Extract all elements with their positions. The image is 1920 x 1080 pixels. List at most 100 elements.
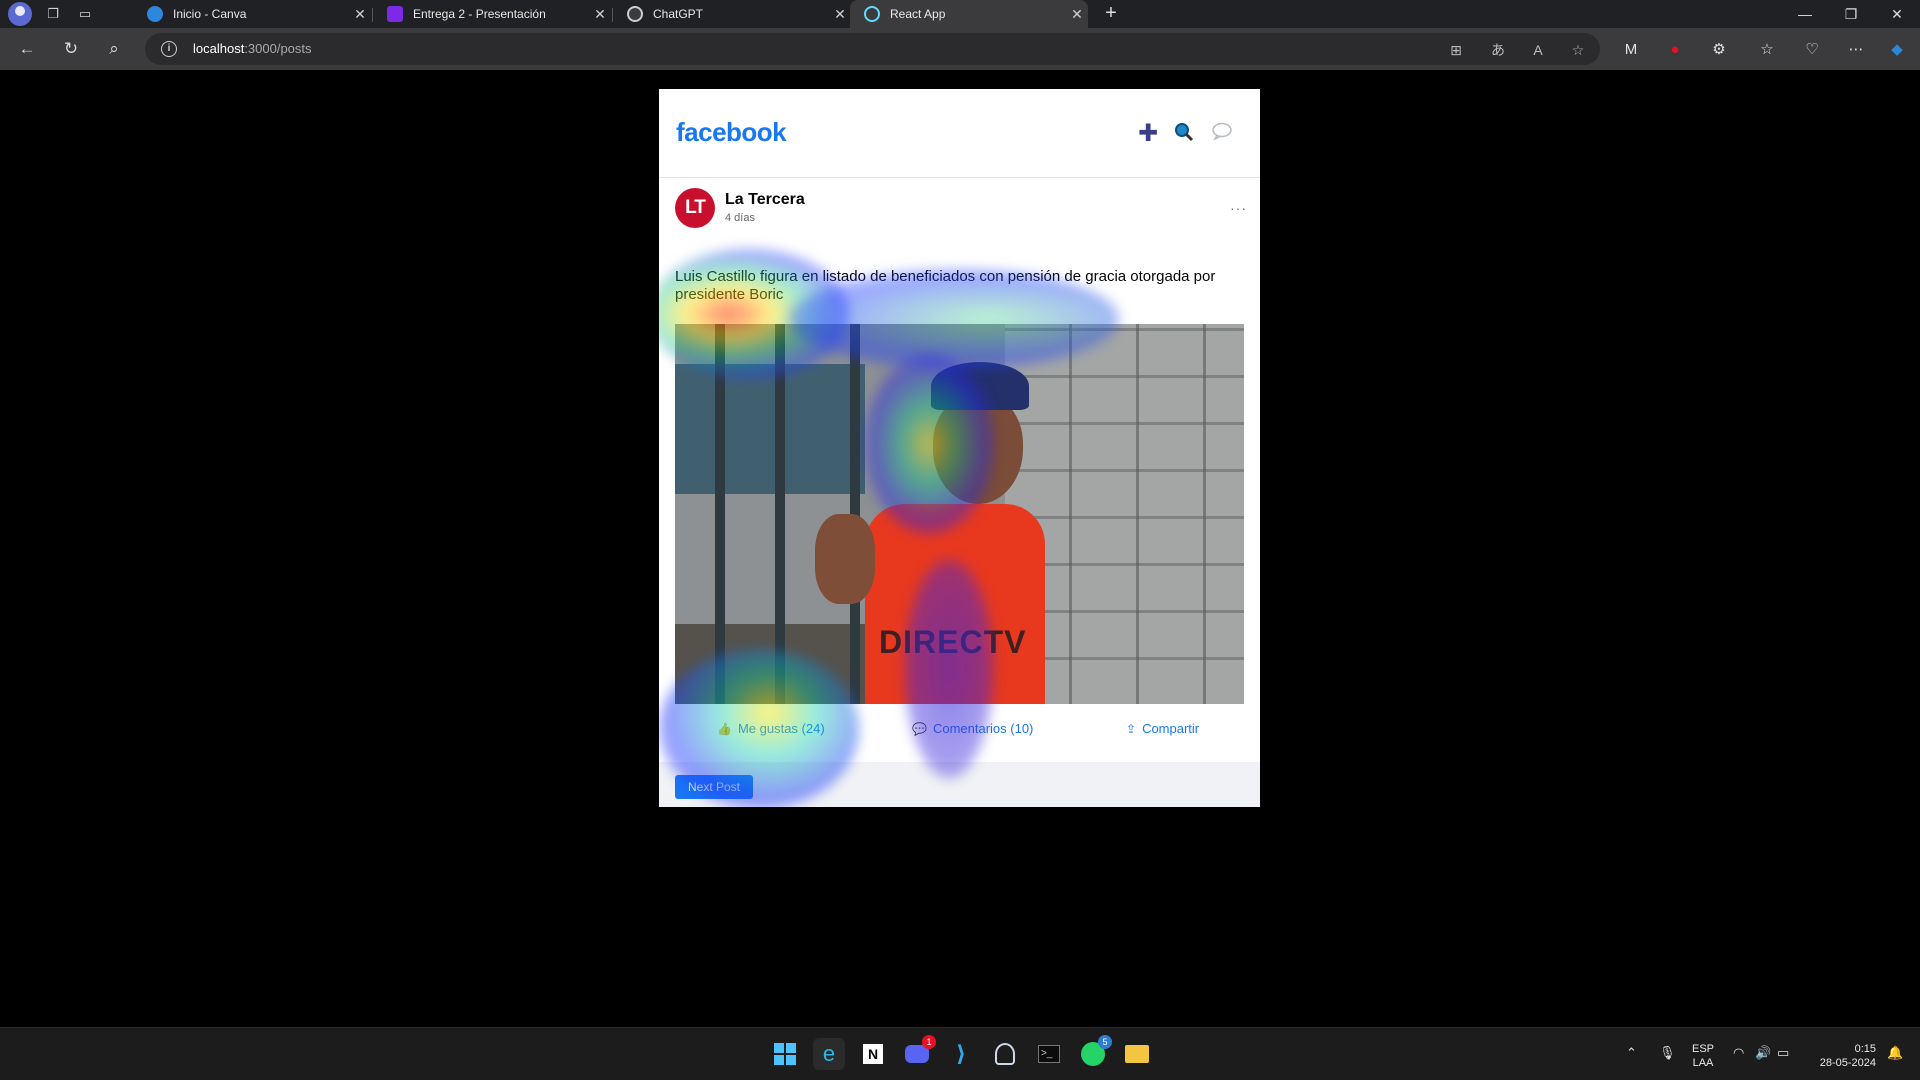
discord-badge: 1 [922,1035,936,1049]
comments-button[interactable]: 💬 Comentarios (10) [912,721,1033,736]
profile-avatar[interactable] [8,2,32,26]
photo-head [933,394,1023,504]
workspaces-icon[interactable]: ❐ [42,3,64,25]
file-explorer-icon[interactable] [1121,1038,1153,1070]
vscode-icon[interactable]: ⟩ [945,1038,977,1070]
site-info-icon[interactable]: i [161,41,177,57]
copilot-icon[interactable]: ◆ [1886,39,1908,61]
canva-icon [147,6,163,22]
close-tab-icon[interactable]: ✕ [349,6,371,23]
new-tab-button[interactable]: + [1099,2,1123,26]
avatar[interactable]: LT [675,188,715,228]
tab-entrega-2[interactable]: Entrega 2 - Presentación ✕ [373,0,611,28]
photo-tarp [675,364,865,494]
search-icon[interactable]: ⌕ [102,37,126,61]
photo-shirt [865,504,1045,704]
restore-button[interactable]: ❐ [1828,0,1874,28]
chat-bubble-icon[interactable] [1209,121,1235,147]
back-button[interactable]: ← [15,37,39,61]
react-icon [864,6,880,22]
app-header: facebook ✚ [659,89,1260,178]
favorite-star-icon[interactable]: ☆ [1568,40,1588,60]
extensions-icon[interactable]: ⚙ [1708,39,1730,61]
keyboard-layout: LAA [1692,1057,1714,1069]
close-tab-icon[interactable]: ✕ [589,6,611,23]
address-bar[interactable]: i localhost:3000/posts ⊞ あ A ☆ [145,33,1600,65]
notion-icon[interactable]: N [857,1038,889,1070]
tab-title: Entrega 2 - Presentación [413,7,546,21]
tab-chatgpt[interactable]: ChatGPT ✕ [613,0,851,28]
clock-time: 0:15 [1854,1043,1876,1055]
comments-label: Comentarios (10) [932,721,1034,736]
post-photo[interactable]: DIRECTV [675,324,1244,704]
url-host: localhost [193,41,245,56]
share-button[interactable]: ⇪ Compartir [1126,721,1199,736]
browser-tab-bar: ❐ ▭ Inicio - Canva ✕ Entrega 2 - Present… [0,0,1920,28]
show-hidden-icons-icon[interactable]: ⌃ [1626,1045,1637,1061]
clock[interactable]: 0:15 28-05-2024 [1806,1042,1876,1070]
post-author[interactable]: La Tercera [725,191,805,209]
thumbs-up-icon: 👍 [717,721,732,736]
battery-icon[interactable]: ▭ [1777,1045,1789,1061]
extension-red-icon[interactable]: ● [1664,39,1686,61]
shirt-sponsor-text: DIRECTV [879,624,1027,660]
windows-taskbar: e N 1 ⟩ >_ 5 ⌃ 🎙 ESP LAA ◠ 🔊 ▭ 0:15 28-0… [0,1027,1920,1080]
tab-title: ChatGPT [653,7,704,21]
translate-icon[interactable]: あ [1488,40,1508,60]
read-aloud-icon[interactable]: A [1528,40,1548,60]
next-post-button[interactable]: Next Post [675,775,753,799]
extension-m-icon[interactable]: M [1620,39,1642,61]
photo-bar [715,324,725,704]
language-indicator[interactable]: ESP LAA [1688,1042,1718,1070]
browser-essentials-icon[interactable]: ♡ [1801,39,1823,61]
whatsapp-badge: 5 [1098,1035,1112,1049]
close-tab-icon[interactable]: ✕ [1066,6,1088,23]
url-text[interactable]: localhost:3000/posts [193,41,312,56]
tab-inicio-canva[interactable]: Inicio - Canva ✕ [133,0,371,28]
share-label: Compartir [1142,721,1200,736]
facebook-logo[interactable]: facebook [676,117,787,148]
url-path: :3000/posts [244,41,312,56]
post-time: 4 días [725,212,755,224]
more-menu-icon[interactable]: ⋯ [1845,39,1867,61]
app-available-icon[interactable]: ⊞ [1446,40,1466,60]
notifications-icon[interactable]: 🔔 [1887,1045,1903,1061]
like-label: Me gustas (24) [737,721,825,736]
close-window-button[interactable]: ✕ [1874,0,1920,28]
post-actions: 👍 Me gustas (24) 💬 Comentarios (10) ⇪ Co… [675,704,1244,754]
close-tab-icon[interactable]: ✕ [829,6,851,23]
browser-toolbar: ← ↻ ⌕ i localhost:3000/posts ⊞ あ A ☆ M ●… [0,28,1920,70]
photo-hand [815,514,875,604]
feed-card: facebook ✚ LT La Tercera 4 días ··· Luis… [659,89,1260,807]
terminal-icon[interactable]: >_ [1033,1038,1065,1070]
language-code: ESP [1691,1043,1714,1055]
share-icon: ⇪ [1126,721,1137,736]
photo-cap [931,362,1029,410]
start-windows-icon[interactable] [769,1038,801,1070]
minimize-button[interactable]: — [1782,0,1828,28]
whatsapp-icon[interactable]: 5 [1077,1035,1112,1070]
chatgpt-icon [627,6,643,22]
search-icon[interactable] [1171,121,1197,147]
plus-icon[interactable]: ✚ [1135,121,1161,147]
refresh-button[interactable]: ↻ [59,37,83,61]
app-figure-icon[interactable] [989,1038,1021,1070]
vertical-tabs-icon[interactable]: ▭ [74,3,96,25]
discord-icon[interactable]: 1 [901,1035,936,1070]
favorites-icon[interactable]: ☆ [1756,39,1778,61]
canva-doc-icon [387,6,403,22]
card-footer: Next Post [659,762,1260,807]
post-text: Luis Castillo figura en listado de benef… [675,268,1216,303]
wifi-icon[interactable]: ◠ [1733,1045,1744,1061]
clock-date: 28-05-2024 [1819,1057,1876,1069]
comment-icon: 💬 [912,721,927,736]
tab-title: Inicio - Canva [173,7,247,21]
more-options-icon[interactable]: ··· [1230,200,1247,216]
photo-bar [775,324,785,704]
volume-icon[interactable]: 🔊 [1755,1045,1771,1061]
tab-react-app[interactable]: React App ✕ [850,0,1088,28]
microphone-icon[interactable]: 🎙 [1659,1045,1676,1061]
edge-icon[interactable]: e [813,1038,845,1070]
tab-title: React App [890,7,946,21]
like-button[interactable]: 👍 Me gustas (24) [717,721,825,736]
